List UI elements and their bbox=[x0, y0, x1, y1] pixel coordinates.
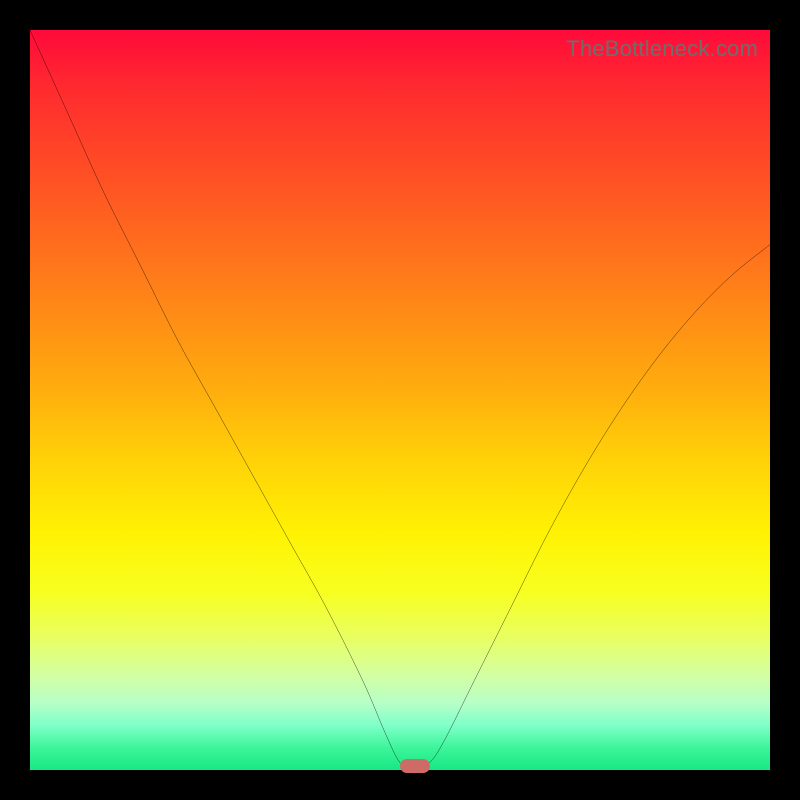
plot-area: TheBottleneck.com bbox=[30, 30, 770, 770]
chart-frame: TheBottleneck.com bbox=[0, 0, 800, 800]
optimal-marker bbox=[400, 759, 430, 773]
curve-path bbox=[30, 30, 770, 770]
bottleneck-curve bbox=[30, 30, 770, 770]
